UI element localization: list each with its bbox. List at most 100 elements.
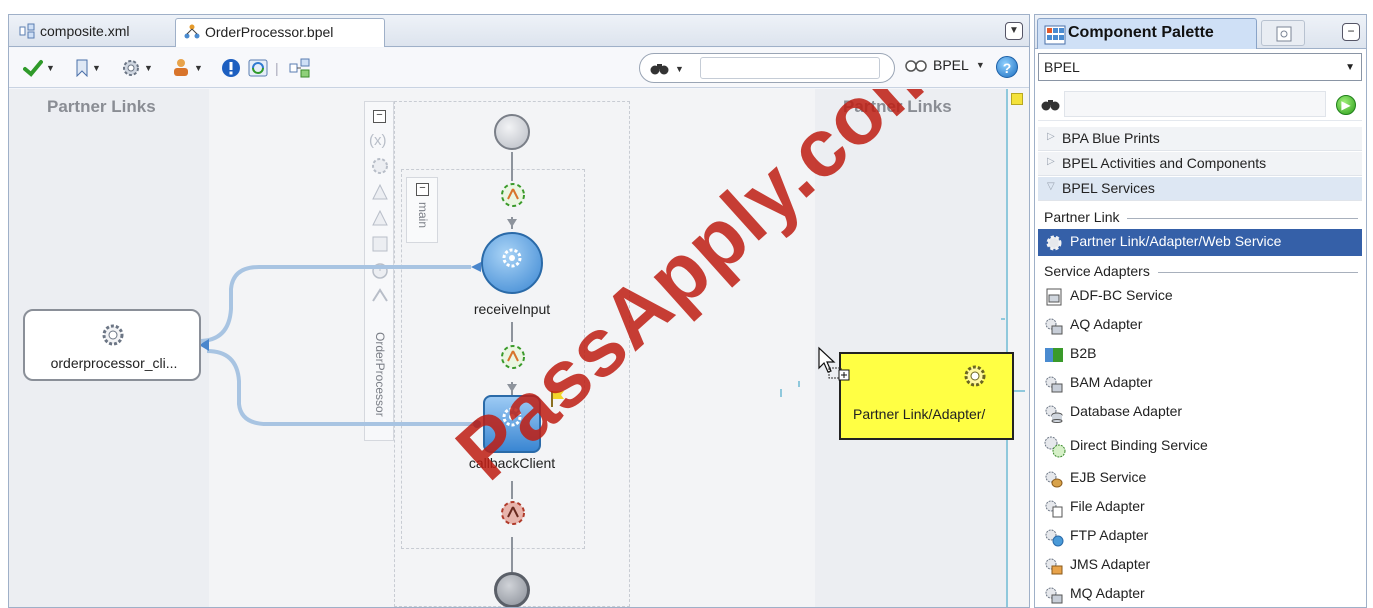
bpel-editor: composite.xml OrderProcessor.bpel ▼ ▼ ▼ …	[8, 14, 1030, 608]
adapter-icon	[1045, 376, 1063, 393]
settings-button[interactable]: ▼	[121, 57, 153, 79]
bpel-select-label: BPEL	[933, 57, 969, 73]
palette-item-file-adapter[interactable]: File Adapter	[1038, 494, 1362, 521]
database-adapter-icon	[1045, 405, 1063, 423]
binoculars-icon	[1041, 100, 1060, 111]
palette-search-go-button[interactable]: ▶	[1336, 95, 1356, 115]
gear-icon	[964, 365, 986, 387]
tab-label: OrderProcessor.bpel	[205, 24, 334, 40]
gear-icon	[1046, 235, 1062, 251]
b2b-icon	[1045, 348, 1063, 362]
palette-item-label: Direct Binding Service	[1070, 437, 1208, 453]
gear-icon	[123, 60, 139, 76]
partner-link-label: orderprocessor_cli...	[50, 355, 178, 371]
palette-item-label: FTP Adapter	[1070, 527, 1149, 543]
tab-label: composite.xml	[40, 23, 130, 39]
composite-view-button[interactable]	[289, 57, 311, 79]
palette-item-label: MQ Adapter	[1070, 585, 1145, 601]
binoculars-outline-icon	[905, 60, 927, 72]
palette-item-direct-binding[interactable]: Direct Binding Service	[1038, 430, 1362, 462]
section-service-adapters: Service Adapters	[1038, 261, 1362, 283]
chevron-down-icon: ▼	[1345, 62, 1355, 73]
refresh-button[interactable]	[247, 57, 269, 79]
dragged-item-label: Partner Link/Adapter/	[853, 406, 986, 422]
ejb-icon	[1045, 471, 1063, 488]
refresh-icon	[248, 59, 268, 77]
bpel-version-select[interactable]: BPEL ▼	[905, 57, 985, 73]
palette-item-aq-adapter[interactable]: AQ Adapter	[1038, 312, 1362, 339]
editor-toolbar: ▼ ▼ ▼ ▼ | ▼ BPEL ▼ ?	[9, 48, 1029, 88]
receive-input-activity[interactable]	[481, 232, 543, 294]
bookmark-icon	[76, 59, 88, 77]
deploy-button[interactable]: ▼	[171, 57, 203, 79]
palette-item-bam-adapter[interactable]: BAM Adapter	[1038, 370, 1362, 397]
search-options-button[interactable]: ▼	[650, 60, 684, 79]
gear-icon	[502, 248, 522, 268]
adapter-icon	[1045, 318, 1063, 335]
adf-bc-icon	[1046, 288, 1062, 306]
category-bpel-activities[interactable]: ▷ BPEL Activities and Components	[1038, 152, 1362, 176]
editor-tab-bar: composite.xml OrderProcessor.bpel ▼	[9, 15, 1029, 47]
bpel-design-canvas[interactable]: Partner Links Partner Links − (x) OrderP…	[9, 89, 1029, 607]
search-container: ▼	[639, 53, 895, 83]
transition-icon[interactable]	[499, 181, 527, 209]
activity-label: callbackClient	[468, 455, 556, 471]
palette-item-adf-bc-service[interactable]: ADF-BC Service	[1038, 283, 1362, 310]
drag-cursor-icon	[818, 346, 850, 381]
palette-item-ftp-adapter[interactable]: FTP Adapter	[1038, 523, 1362, 550]
start-node[interactable]	[494, 114, 530, 150]
partner-link-node[interactable]: orderprocessor_cli...	[23, 309, 201, 381]
transition-icon[interactable]	[499, 343, 527, 371]
tab-orderprocessor-bpel[interactable]: OrderProcessor.bpel	[175, 18, 385, 47]
info-button[interactable]	[221, 57, 241, 79]
transition-icon[interactable]	[499, 499, 527, 527]
category-label: BPA Blue Prints	[1062, 130, 1160, 146]
activity-label: receiveInput	[473, 301, 551, 317]
palette-item-label: Database Adapter	[1070, 403, 1183, 419]
component-palette: Component Palette − BPEL ▼ ▶ ▷ BPA Blue …	[1034, 14, 1367, 608]
tab-list-menu-button[interactable]: ▼	[1005, 22, 1023, 40]
collapse-icon: ▽	[1047, 181, 1055, 192]
palette-item-ejb-service[interactable]: EJB Service	[1038, 465, 1362, 492]
palette-item-label: Partner Link/Adapter/Web Service	[1070, 233, 1282, 249]
composite-icon	[19, 23, 35, 39]
tab-composite-xml[interactable]: composite.xml	[11, 18, 171, 47]
tab-resource-palette[interactable]	[1261, 20, 1305, 46]
end-node[interactable]	[494, 572, 530, 607]
validate-button[interactable]: ▼	[23, 57, 55, 79]
palette-item-mq-adapter[interactable]: MQ Adapter	[1038, 581, 1362, 608]
palette-page-select[interactable]: BPEL ▼	[1038, 53, 1362, 81]
palette-item-partner-link[interactable]: Partner Link/Adapter/Web Service	[1038, 229, 1362, 256]
info-icon	[222, 59, 240, 77]
search-input[interactable]	[700, 57, 880, 79]
palette-item-database-adapter[interactable]: Database Adapter	[1038, 399, 1362, 426]
category-label: BPEL Activities and Components	[1062, 155, 1267, 171]
palette-page-value: BPEL	[1044, 59, 1080, 75]
jms-adapter-icon	[1045, 558, 1063, 575]
palette-item-label: JMS Adapter	[1070, 556, 1151, 572]
bookmark-button[interactable]: ▼	[75, 57, 101, 79]
composite-icon	[289, 58, 310, 78]
category-bpel-services[interactable]: ▽ BPEL Services	[1038, 177, 1362, 201]
gear-icon	[102, 324, 124, 346]
minimize-palette-button[interactable]: −	[1342, 23, 1360, 41]
callback-client-activity[interactable]	[483, 395, 541, 453]
tab-component-palette[interactable]: Component Palette	[1037, 18, 1257, 49]
dragged-partner-link-node[interactable]: Partner Link/Adapter/	[839, 352, 1014, 440]
expand-icon: ▷	[1047, 156, 1055, 167]
palette-item-label: B2B	[1070, 345, 1097, 361]
checkmark-icon	[23, 60, 43, 77]
palette-search-input[interactable]	[1064, 91, 1326, 117]
toolbar-separator: |	[275, 60, 279, 76]
help-button[interactable]: ?	[996, 56, 1018, 78]
person-stack-icon	[174, 59, 188, 76]
section-partner-link: Partner Link	[1038, 207, 1362, 229]
section-label: Partner Link	[1044, 209, 1128, 225]
gear-icon	[502, 407, 522, 427]
file-adapter-icon	[1045, 500, 1063, 518]
palette-item-label: File Adapter	[1070, 498, 1145, 514]
palette-item-jms-adapter[interactable]: JMS Adapter	[1038, 552, 1362, 579]
direct-binding-icon	[1044, 436, 1066, 458]
category-bpa-blue-prints[interactable]: ▷ BPA Blue Prints	[1038, 127, 1362, 151]
palette-item-b2b[interactable]: B2B	[1038, 341, 1362, 368]
